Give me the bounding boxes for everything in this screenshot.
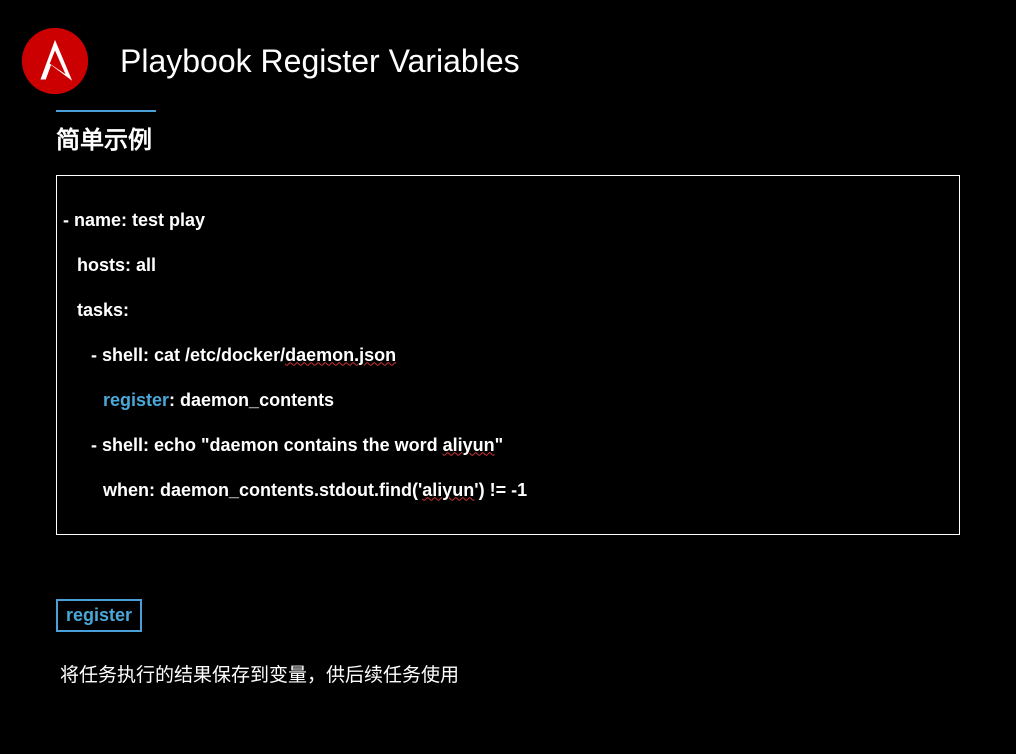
code-line-4-pre: - shell: cat /etc/docker/: [91, 345, 285, 365]
code-line-5-rest: : daemon_contents: [169, 390, 334, 410]
code-line-7-post: ') != -1: [474, 480, 527, 500]
code-line-6-wavy: aliyun: [443, 435, 495, 455]
accent-underline: [56, 110, 156, 112]
description-text: 将任务执行的结果保存到变量，供后续任务使用: [60, 660, 1016, 687]
code-line-7-pre: when: daemon_contents.stdout.find(': [103, 480, 422, 500]
code-line-6-pre: - shell: echo "daemon contains the word: [91, 435, 443, 455]
code-line-1: - name: test play: [63, 210, 205, 230]
section-subtitle: 简单示例: [56, 120, 1016, 155]
code-line-6-post: ": [495, 435, 504, 455]
ansible-logo-icon: [22, 28, 88, 94]
register-tag: register: [56, 599, 142, 632]
code-example-box: - name: test play hosts: all tasks: - sh…: [56, 175, 960, 535]
page-title: Playbook Register Variables: [120, 43, 520, 80]
slide-header: Playbook Register Variables: [0, 0, 1016, 94]
code-line-2: hosts: all: [77, 255, 156, 275]
code-line-7-wavy: aliyun: [422, 480, 474, 500]
code-register-keyword: register: [103, 390, 169, 410]
code-line-3: tasks:: [77, 300, 129, 320]
code-line-4-wavy: daemon.json: [285, 345, 396, 365]
